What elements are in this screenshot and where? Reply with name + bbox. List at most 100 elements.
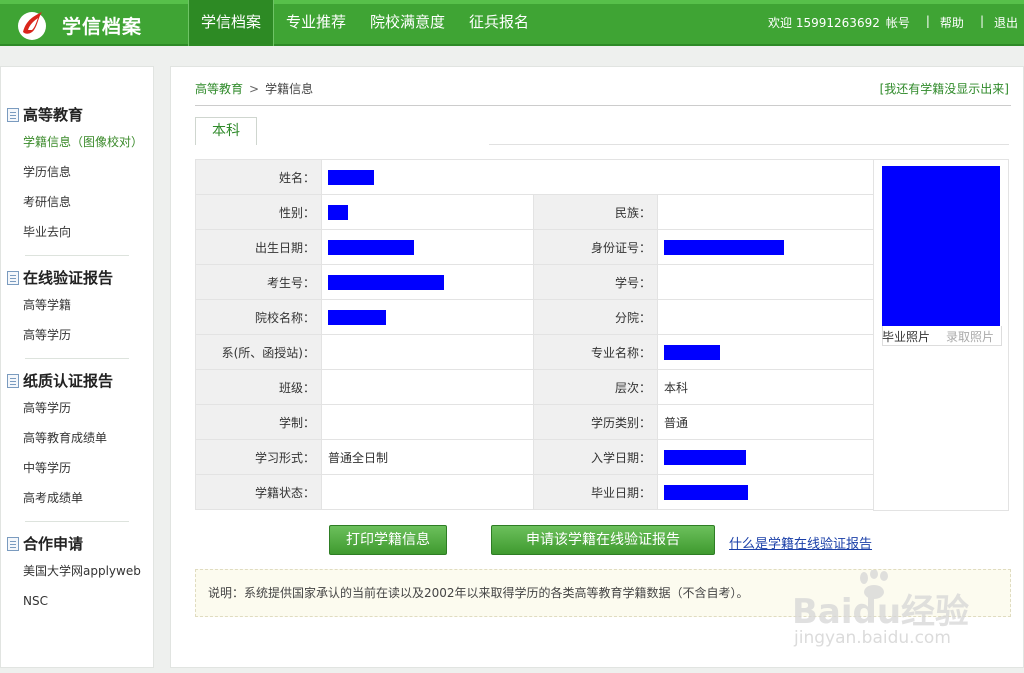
- status-label: 学籍状态：: [195, 474, 322, 510]
- sidebar-item-secondary-degree[interactable]: 中等学历: [7, 453, 147, 483]
- sidebar-item-gaokao-score[interactable]: 高考成绩单: [7, 483, 147, 513]
- redacted-block: [328, 204, 348, 220]
- apply-online-report-button[interactable]: 申请该学籍在线验证报告: [491, 525, 715, 555]
- id-number-label: 身份证号：: [533, 229, 658, 265]
- table-row: 考生号： 学号：: [195, 264, 874, 300]
- major-label: 专业名称：: [533, 334, 658, 370]
- duration-value: [321, 404, 534, 440]
- sidebar: 高等教育 学籍信息（图像校对） 学历信息 考研信息 毕业去向 在线验证报告 高等…: [0, 66, 154, 668]
- flame-logo-icon[interactable]: [14, 6, 50, 42]
- document-icon: [7, 271, 19, 285]
- redacted-block: [328, 169, 374, 185]
- sidebar-group-online-report: 在线验证报告 高等学籍 高等学历: [1, 266, 153, 350]
- table-row: 性别： 民族：: [195, 194, 874, 230]
- separator: |: [979, 14, 984, 28]
- grad-date-label: 毕业日期：: [533, 474, 658, 510]
- nav-major-recommend[interactable]: 专业推荐: [274, 0, 358, 46]
- sidebar-item-nsc[interactable]: NSC: [7, 586, 147, 616]
- school-value: [321, 299, 534, 335]
- missing-status-link[interactable]: [我还有学籍没显示出来]: [880, 80, 1009, 97]
- ethnicity-label: 民族：: [533, 194, 658, 230]
- sidebar-item-online-status[interactable]: 高等学籍: [7, 290, 147, 320]
- status-value: [321, 474, 534, 510]
- table-row: 院校名称： 分院：: [195, 299, 874, 335]
- baidu-watermark: Baidu经验 jingyan.baidu.com: [786, 570, 986, 660]
- name-value: [321, 159, 874, 195]
- breadcrumb-divider: [195, 105, 1011, 106]
- sidebar-group-title: 合作申请: [7, 532, 147, 556]
- study-form-value: 普通全日制: [321, 439, 534, 475]
- redacted-block: [328, 309, 386, 325]
- redacted-block: [328, 274, 444, 290]
- table-row: 系(所、函授站)： 专业名称：: [195, 334, 874, 370]
- class-label: 班级：: [195, 369, 322, 405]
- table-row: 学习形式： 普通全日制 入学日期：: [195, 439, 874, 475]
- student-no-label: 学号：: [533, 264, 658, 300]
- redacted-block: [664, 449, 746, 465]
- department-label: 系(所、函授站)：: [195, 334, 322, 370]
- nav-military-enroll[interactable]: 征兵报名: [457, 0, 541, 46]
- redacted-block: [664, 344, 720, 360]
- logout-link[interactable]: 退出: [994, 14, 1018, 31]
- category-label: 学历类别：: [533, 404, 658, 440]
- account-link[interactable]: 帐号: [886, 14, 910, 31]
- duration-label: 学制：: [195, 404, 322, 440]
- branch-label: 分院：: [533, 299, 658, 335]
- sidebar-item-postgrad-exam[interactable]: 考研信息: [7, 187, 147, 217]
- nav-xuexin-archive[interactable]: 学信档案: [188, 0, 275, 46]
- level-value: 本科: [657, 369, 874, 405]
- sidebar-item-graduate-destination[interactable]: 毕业去向: [7, 217, 147, 247]
- sidebar-item-student-status[interactable]: 学籍信息（图像校对）: [7, 127, 147, 157]
- id-number-value: [657, 229, 874, 265]
- birth-value: [321, 229, 534, 265]
- school-label: 院校名称：: [195, 299, 322, 335]
- tab-admission-photo[interactable]: 录取照片: [946, 328, 994, 345]
- photo-panel: 毕业照片 录取照片: [873, 159, 1009, 511]
- tab-graduation-photo[interactable]: 毕业照片: [882, 328, 930, 345]
- print-status-button[interactable]: 打印学籍信息: [329, 525, 447, 555]
- breadcrumb-arrow: >: [249, 82, 260, 96]
- user-area: 欢迎 15991263692 帐号 | 帮助 | 退出: [768, 14, 1024, 31]
- branch-value: [657, 299, 874, 335]
- table-row: 出生日期： 身份证号：: [195, 229, 874, 265]
- welcome-text: 欢迎 15991263692: [768, 16, 880, 30]
- class-value: [321, 369, 534, 405]
- breadcrumb-current: 学籍信息: [265, 82, 314, 96]
- grad-date-value: [657, 474, 874, 510]
- gender-label: 性别：: [195, 194, 322, 230]
- enroll-date-value: [657, 439, 874, 475]
- exam-no-value: [321, 264, 534, 300]
- table-row: 姓名：: [195, 159, 874, 195]
- watermark-url: jingyan.baidu.com: [794, 628, 951, 648]
- nav-school-satisfaction[interactable]: 院校满意度: [358, 0, 457, 46]
- student-no-value: [657, 264, 874, 300]
- breadcrumb-root[interactable]: 高等教育: [195, 82, 243, 96]
- major-value: [657, 334, 874, 370]
- student-info-table: 姓名： 性别： 民族： 出生日期： 身份证号： 考生号： 学号： 院校名称： 分…: [195, 159, 874, 510]
- sidebar-divider: [25, 521, 129, 522]
- sidebar-item-online-degree[interactable]: 高等学历: [7, 320, 147, 350]
- sidebar-item-applyweb[interactable]: 美国大学网applyweb: [7, 556, 147, 586]
- help-link[interactable]: 帮助: [940, 14, 964, 31]
- department-value: [321, 334, 534, 370]
- ethnicity-value: [657, 194, 874, 230]
- tab-undergraduate[interactable]: 本科: [195, 117, 257, 145]
- sidebar-item-paper-degree[interactable]: 高等学历: [7, 393, 147, 423]
- enroll-date-label: 入学日期：: [533, 439, 658, 475]
- sidebar-divider: [25, 358, 129, 359]
- sidebar-item-transcript[interactable]: 高等教育成绩单: [7, 423, 147, 453]
- watermark-brand: Baidu经验: [792, 592, 970, 632]
- redacted-block: [328, 239, 414, 255]
- category-value: 普通: [657, 404, 874, 440]
- site-title: 学信档案: [62, 16, 143, 38]
- breadcrumb: 高等教育 > 学籍信息: [195, 80, 313, 97]
- what-is-report-link[interactable]: 什么是学籍在线验证报告: [729, 533, 872, 552]
- sidebar-group-cooperation: 合作申请 美国大学网applyweb NSC: [1, 532, 153, 616]
- sidebar-item-degree-info[interactable]: 学历信息: [7, 157, 147, 187]
- sidebar-group-title: 纸质认证报告: [7, 369, 147, 393]
- redacted-block: [664, 484, 748, 500]
- study-form-label: 学习形式：: [195, 439, 322, 475]
- top-navigation-bar: 学信档案 学信档案 专业推荐 院校满意度 征兵报名 欢迎 15991263692…: [0, 0, 1024, 46]
- document-icon: [7, 108, 19, 122]
- sidebar-group-higher-education: 高等教育 学籍信息（图像校对） 学历信息 考研信息 毕业去向: [1, 103, 153, 247]
